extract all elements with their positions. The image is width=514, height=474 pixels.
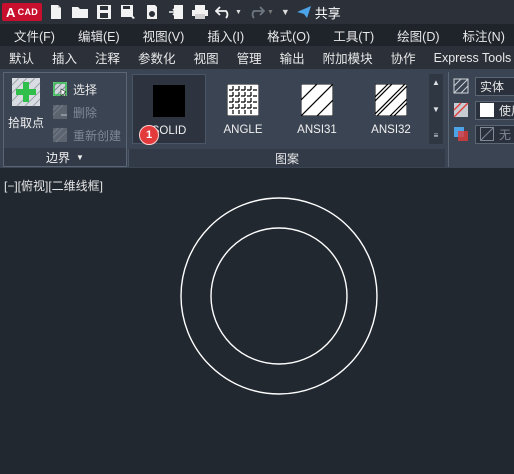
hatch-color-icon xyxy=(453,102,469,118)
transparency-select[interactable]: 无 xyxy=(475,124,514,144)
select-objects-icon xyxy=(52,81,68,97)
remove-label: 删除 xyxy=(73,105,98,120)
select-label: 选择 xyxy=(73,82,98,97)
step-badge: 1 xyxy=(139,125,159,145)
ribbon-tab-bar: 默认 插入 注释 参数化 视图 管理 输出 附加模块 协作 Express To… xyxy=(0,46,514,70)
tab-insert[interactable]: 插入 xyxy=(43,46,86,70)
pattern-ansi32[interactable]: ANSI32 xyxy=(354,74,428,144)
no-fill-icon xyxy=(480,127,494,141)
expand-gallery-icon[interactable]: ≡ xyxy=(434,131,439,140)
properties-panel: 实体 使用 无 xyxy=(448,72,514,167)
tab-parametric[interactable]: 参数化 xyxy=(129,46,185,70)
redo-dropdown-icon[interactable]: ▼ xyxy=(267,9,274,16)
transparency-row[interactable]: 无 xyxy=(453,124,514,144)
pattern-gallery: SOLID 1 ANGLE ANSI31 ANSI32 xyxy=(132,74,428,145)
menu-file[interactable]: 文件(F) xyxy=(0,26,64,45)
menu-format[interactable]: 格式(O) xyxy=(253,26,319,45)
undo-icon[interactable] xyxy=(214,2,234,22)
hatch-type-icon xyxy=(453,78,469,94)
select-objects-button[interactable]: 选择 xyxy=(52,79,97,99)
new-file-icon[interactable] xyxy=(46,2,66,22)
angle-pattern-icon xyxy=(227,84,259,116)
boundary-title-text: 边界 xyxy=(46,150,71,165)
customize-dropdown-icon[interactable]: ▼ xyxy=(281,7,290,17)
menu-insert[interactable]: 插入(I) xyxy=(193,26,253,45)
transparency-label: 无 xyxy=(499,127,512,142)
tab-collaborate[interactable]: 协作 xyxy=(382,46,425,70)
pattern-panel: SOLID 1 ANGLE ANSI31 ANSI32 ▲ ▼ ≡ 图案 xyxy=(128,72,445,167)
logo-text: CAD xyxy=(17,7,39,17)
menu-tools[interactable]: 工具(T) xyxy=(319,26,383,45)
ansi31-pattern-icon xyxy=(301,84,333,116)
menu-dimension[interactable]: 标注(N) xyxy=(449,26,514,45)
hatch-color-select[interactable]: 使用 xyxy=(475,100,514,120)
tab-home[interactable]: 默认 xyxy=(0,46,43,70)
pattern-name: ANGLE xyxy=(223,124,263,136)
boundary-panel: 拾取点 选择 删除 重新创建 边界 ▼ xyxy=(3,72,127,167)
undo-dropdown-icon[interactable]: ▼ xyxy=(235,9,242,16)
tab-output[interactable]: 输出 xyxy=(271,46,314,70)
drawing-canvas[interactable]: [−][俯视][二维线框] xyxy=(0,170,514,474)
pattern-ansi31[interactable]: ANSI31 xyxy=(280,74,354,144)
ansi32-pattern-icon xyxy=(375,84,407,116)
recreate-boundary-icon xyxy=(52,127,68,143)
pattern-gallery-scroller[interactable]: ▲ ▼ ≡ xyxy=(429,74,443,144)
drawing-svg xyxy=(180,197,378,395)
tab-addins[interactable]: 附加模块 xyxy=(314,46,382,70)
share-label: 共享 xyxy=(314,5,341,21)
tab-express-tools[interactable]: Express Tools xyxy=(425,46,514,70)
open-folder-icon[interactable] xyxy=(70,2,90,22)
quick-access-toolbar: A CAD ▼ ▼ ▼ 共享 xyxy=(0,0,514,24)
chevron-down-icon: ▼ xyxy=(76,152,84,162)
hatch-type-select[interactable]: 实体 xyxy=(475,76,514,96)
pattern-name: ANSI32 xyxy=(371,124,411,136)
solid-pattern-icon xyxy=(153,85,185,117)
tab-view[interactable]: 视图 xyxy=(185,46,228,70)
color-label: 使用 xyxy=(499,103,514,118)
remove-boundary-button[interactable]: 删除 xyxy=(52,102,97,122)
menu-draw[interactable]: 绘图(D) xyxy=(383,26,448,45)
import-icon[interactable] xyxy=(166,2,186,22)
redo-icon[interactable] xyxy=(246,2,266,22)
inner-circle[interactable] xyxy=(210,227,348,365)
boundary-panel-title[interactable]: 边界 ▼ xyxy=(4,148,126,166)
scroll-down-icon[interactable]: ▼ xyxy=(432,105,440,114)
remove-boundary-icon xyxy=(52,104,67,119)
logo-letter: A xyxy=(5,4,16,20)
pattern-panel-title: 图案 xyxy=(128,149,445,167)
pattern-angle[interactable]: ANGLE xyxy=(206,74,280,144)
publish-icon[interactable] xyxy=(142,2,162,22)
ribbon: 拾取点 选择 删除 重新创建 边界 ▼ SOLID 1 ANGLE ANSI31… xyxy=(0,70,514,168)
pick-points-label: 拾取点 xyxy=(7,116,44,130)
color-swatch xyxy=(480,103,494,117)
pattern-solid[interactable]: SOLID 1 xyxy=(132,74,206,145)
menu-edit[interactable]: 编辑(E) xyxy=(64,26,129,45)
share-icon xyxy=(296,6,311,18)
menu-view[interactable]: 视图(V) xyxy=(129,26,194,45)
pattern-name: ANSI31 xyxy=(297,124,337,136)
hatch-color-row[interactable]: 使用 xyxy=(453,100,514,120)
save-icon[interactable] xyxy=(94,2,114,22)
pick-points-button[interactable]: 拾取点 xyxy=(6,77,46,135)
save-as-icon[interactable] xyxy=(118,2,138,22)
application-menu-button[interactable]: A CAD xyxy=(2,3,42,21)
print-icon[interactable] xyxy=(190,2,210,22)
tab-manage[interactable]: 管理 xyxy=(228,46,271,70)
background-color-icon xyxy=(454,127,468,141)
menu-bar: 文件(F) 编辑(E) 视图(V) 插入(I) 格式(O) 工具(T) 绘图(D… xyxy=(0,24,514,46)
scroll-up-icon[interactable]: ▲ xyxy=(432,78,440,87)
hatch-type-row[interactable]: 实体 xyxy=(453,76,514,96)
share-button[interactable]: 共享 xyxy=(296,3,341,22)
tab-annotate[interactable]: 注释 xyxy=(86,46,129,70)
recreate-label: 重新创建 xyxy=(73,128,122,143)
recreate-boundary-button[interactable]: 重新创建 xyxy=(52,125,121,145)
pick-points-icon xyxy=(11,77,41,107)
